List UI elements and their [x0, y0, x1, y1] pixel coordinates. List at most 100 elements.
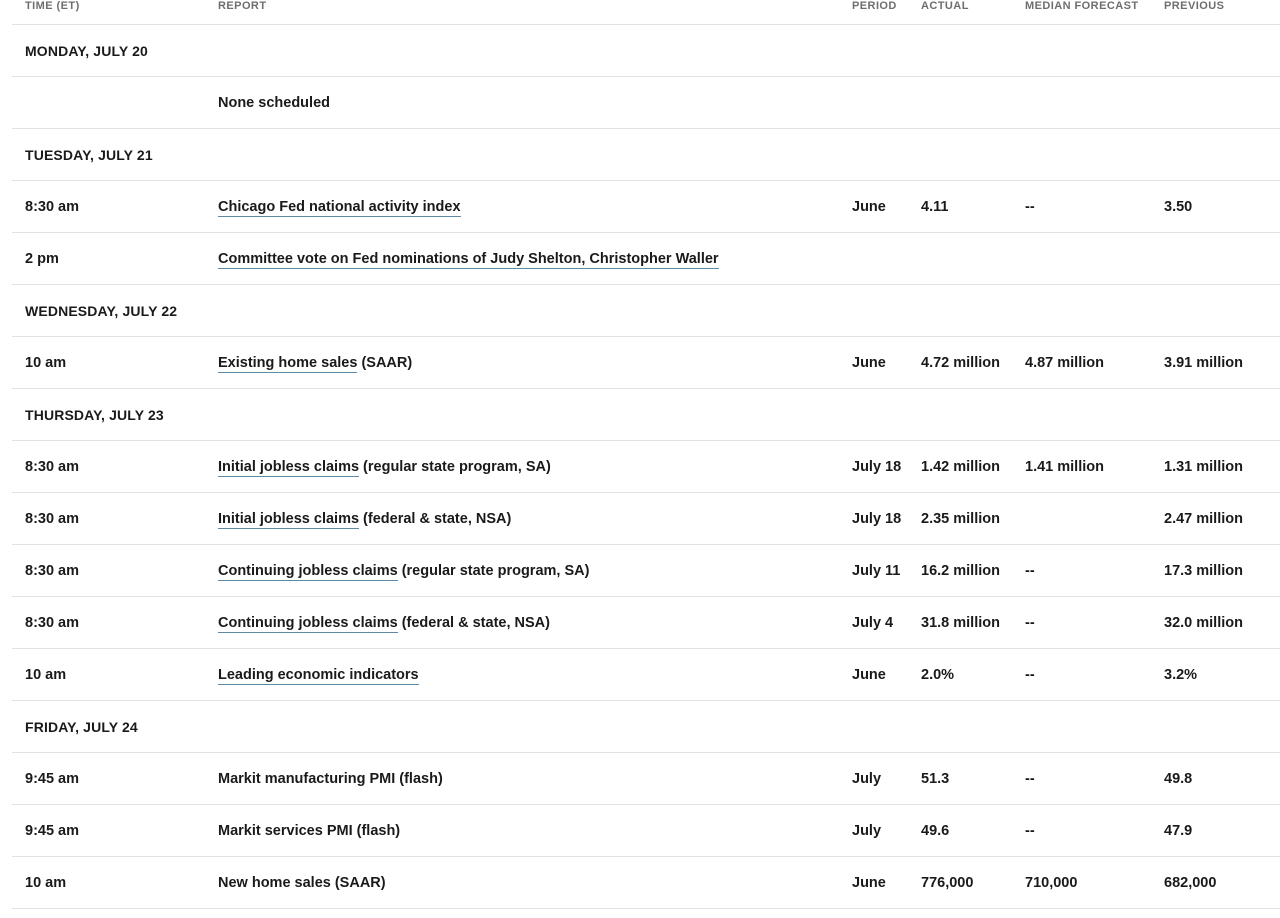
cell-previous: 49.8: [1162, 752, 1280, 805]
cell-period: [846, 76, 916, 129]
cell-actual: 1.42 million: [916, 440, 1025, 493]
cell-time: 8:30 am: [12, 596, 215, 649]
cell-period: June: [846, 856, 916, 909]
cell-time: [12, 76, 215, 129]
table-header-row: TIME (ET) REPORT PERIOD ACTUAL MEDIAN FO…: [12, 0, 1280, 25]
report-text: (regular state program, SA): [397, 562, 590, 579]
cell-median: --: [1025, 544, 1162, 597]
table-row: None scheduled: [12, 76, 1280, 129]
cell-period: July: [846, 752, 916, 805]
cell-previous: 32.0 million: [1162, 596, 1280, 649]
table-row: 8:30 am Chicago Fed national activity ind…: [12, 180, 1280, 233]
day-header-row: MONDAY, JULY 20: [12, 24, 1280, 77]
cell-report: Committee vote on Fed nominations of Jud…: [215, 232, 846, 285]
report-link[interactable]: Chicago Fed national activity index: [218, 198, 461, 217]
cell-previous: [1162, 76, 1280, 129]
cell-actual: 31.8 million: [916, 596, 1025, 649]
cell-report: Existing home sales (SAAR): [215, 336, 846, 389]
report-link[interactable]: Committee vote on Fed nominations of Jud…: [218, 250, 719, 269]
cell-median: --: [1025, 596, 1162, 649]
report-link[interactable]: Leading economic indicators: [218, 666, 419, 685]
cell-median: 4.87 million: [1025, 336, 1162, 389]
column-header-median-forecast: MEDIAN FORECAST: [1025, 0, 1162, 25]
cell-time: 8:30 am: [12, 180, 215, 233]
cell-previous: 17.3 million: [1162, 544, 1280, 597]
report-text: (federal & state, NSA): [359, 510, 512, 527]
report-link[interactable]: Continuing jobless claims: [218, 614, 398, 633]
economic-calendar-table: TIME (ET) REPORT PERIOD ACTUAL MEDIAN FO…: [12, 0, 1280, 909]
cell-report: Continuing jobless claims (federal & sta…: [215, 596, 846, 649]
cell-period: June: [846, 180, 916, 233]
cell-actual: 776,000: [916, 856, 1025, 909]
report-text: (SAAR): [357, 354, 413, 371]
day-header-row: TUESDAY, JULY 21: [12, 128, 1280, 181]
cell-median: [1025, 76, 1162, 129]
table-row: 8:30 am Initial jobless claims (federal &…: [12, 492, 1280, 545]
table-row: 8:30 am Continuing jobless claims (regula…: [12, 544, 1280, 597]
report-link[interactable]: Continuing jobless claims: [218, 562, 398, 581]
cell-median: --: [1025, 752, 1162, 805]
cell-time: 9:45 am: [12, 752, 215, 805]
cell-median: 710,000: [1025, 856, 1162, 909]
day-header-label: THURSDAY, JULY 23: [12, 388, 1280, 441]
cell-actual: 4.72 million: [916, 336, 1025, 389]
report-text: Markit manufacturing PMI (flash): [218, 770, 443, 787]
cell-actual: 49.6: [916, 804, 1025, 857]
cell-median: --: [1025, 180, 1162, 233]
cell-report: Chicago Fed national activity index: [215, 180, 846, 233]
cell-actual: [916, 232, 1025, 285]
report-link[interactable]: Initial jobless claims: [218, 510, 360, 529]
cell-report: New home sales (SAAR): [215, 856, 846, 909]
cell-time: 2 pm: [12, 232, 215, 285]
cell-report: Markit services PMI (flash): [215, 804, 846, 857]
cell-time: 8:30 am: [12, 544, 215, 597]
cell-report: Continuing jobless claims (regular state…: [215, 544, 846, 597]
report-link[interactable]: Initial jobless claims: [218, 458, 360, 477]
cell-median: --: [1025, 804, 1162, 857]
cell-actual: 16.2 million: [916, 544, 1025, 597]
cell-actual: 4.11: [916, 180, 1025, 233]
day-header-label: FRIDAY, JULY 24: [12, 700, 1280, 753]
cell-median: [1025, 232, 1162, 285]
day-header-label: MONDAY, JULY 20: [12, 24, 1280, 77]
table-body: MONDAY, JULY 20 None scheduled TUESDAY, JU…: [12, 24, 1280, 909]
table-row: 8:30 am Initial jobless claims (regular s…: [12, 440, 1280, 493]
report-text: (federal & state, NSA): [397, 614, 550, 631]
cell-actual: 2.0%: [916, 648, 1025, 701]
column-header-period: PERIOD: [846, 0, 916, 25]
table-row: 9:45 am Markit services PMI (flash) July 49…: [12, 804, 1280, 857]
cell-period: July 11: [846, 544, 916, 597]
column-header-time: TIME (ET): [12, 0, 215, 25]
cell-period: June: [846, 336, 916, 389]
cell-actual: [916, 76, 1025, 129]
day-header-row: WEDNESDAY, JULY 22: [12, 284, 1280, 337]
cell-previous: 682,000: [1162, 856, 1280, 909]
cell-time: 10 am: [12, 648, 215, 701]
column-header-report: REPORT: [215, 0, 846, 25]
table-row: 8:30 am Continuing jobless claims (federa…: [12, 596, 1280, 649]
cell-period: June: [846, 648, 916, 701]
report-text: (regular state program, SA): [359, 458, 551, 475]
cell-report: Initial jobless claims (federal & state,…: [215, 492, 846, 545]
cell-previous: 2.47 million: [1162, 492, 1280, 545]
report-text: Markit services PMI (flash): [218, 822, 401, 839]
report-text: New home sales (SAAR): [218, 874, 386, 891]
table-row: 10 am New home sales (SAAR) June 776,000 710…: [12, 856, 1280, 909]
cell-median: 1.41 million: [1025, 440, 1162, 493]
cell-time: 10 am: [12, 856, 215, 909]
day-header-row: FRIDAY, JULY 24: [12, 700, 1280, 753]
cell-time: 10 am: [12, 336, 215, 389]
table-row: 2 pm Committee vote on Fed nominations of…: [12, 232, 1280, 285]
table-row: 10 am Leading economic indicators June 2.0%…: [12, 648, 1280, 701]
table-row: 10 am Existing home sales (SAAR) June 4.72 …: [12, 336, 1280, 389]
column-header-actual: ACTUAL: [916, 0, 1025, 25]
day-header-label: WEDNESDAY, JULY 22: [12, 284, 1280, 337]
cell-median: --: [1025, 648, 1162, 701]
cell-period: July 18: [846, 440, 916, 493]
report-link[interactable]: Existing home sales: [218, 354, 358, 373]
cell-period: July 4: [846, 596, 916, 649]
cell-previous: [1162, 232, 1280, 285]
cell-actual: 2.35 million: [916, 492, 1025, 545]
cell-actual: 51.3: [916, 752, 1025, 805]
cell-previous: 47.9: [1162, 804, 1280, 857]
